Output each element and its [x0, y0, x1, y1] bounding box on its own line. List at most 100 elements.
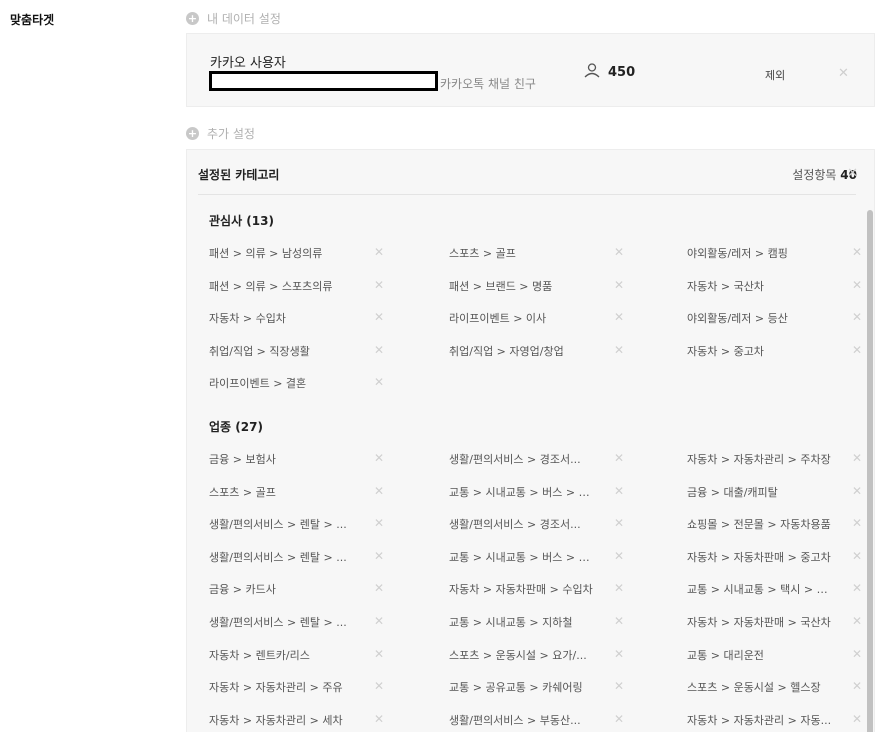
category-item-label: 교통 > 시내교통 > 버스 > 시...	[449, 550, 599, 564]
category-item-label: 생활/편의서비스 > 렌탈 > ...	[209, 518, 347, 532]
category-item-label: 교통 > 대리운전	[687, 648, 764, 662]
category-item: 패션 > 의류 > 스포츠의류 ✕	[209, 278, 384, 298]
remove-icon[interactable]: ✕	[852, 614, 862, 628]
remove-icon[interactable]: ✕	[374, 712, 384, 726]
group-title: 관심사 (13)	[209, 214, 274, 228]
remove-icon[interactable]: ✕	[852, 451, 862, 465]
remove-icon[interactable]: ✕	[614, 581, 624, 595]
plus-icon[interactable]: +	[186, 12, 199, 25]
category-item-label: 자동차 > 자동차관리 > 자동...	[687, 713, 832, 727]
remove-icon[interactable]: ✕	[374, 310, 384, 324]
category-item: 스포츠 > 운동시설 > 요가/... ✕	[449, 647, 624, 667]
my-data-section-header[interactable]: + 내 데이터 설정	[186, 10, 281, 27]
remove-icon[interactable]: ✕	[614, 516, 624, 530]
category-row: 라이프이벤트 > 결혼 ✕	[187, 375, 857, 408]
remove-icon[interactable]: ✕	[614, 451, 624, 465]
remove-icon[interactable]: ✕	[852, 679, 862, 693]
remove-icon[interactable]: ✕	[614, 278, 624, 292]
category-item-label: 취업/직업 > 직장생활	[209, 344, 310, 358]
data-name: 카카오 사용자	[210, 56, 286, 71]
category-item-label: 자동차 > 자동차판매 > 중고차	[687, 550, 831, 564]
remove-icon[interactable]: ✕	[614, 647, 624, 661]
remove-icon[interactable]: ✕	[614, 614, 624, 628]
category-item: 자동차 > 수입차 ✕	[209, 310, 384, 330]
remove-icon[interactable]: ✕	[852, 712, 862, 726]
remove-icon[interactable]: ✕	[374, 245, 384, 259]
remove-icon[interactable]: ✕	[852, 484, 862, 498]
remove-icon[interactable]: ✕	[614, 712, 624, 726]
category-item-label: 교통 > 시내교통 > 지하철	[449, 615, 573, 629]
remove-icon[interactable]: ✕	[852, 343, 862, 357]
category-item: 취업/직업 > 직장생활 ✕	[209, 343, 384, 363]
category-grid: 금융 > 보험사 ✕ 생활/편의서비스 > 경조서... ✕ 자동차 > 자동차관리 >…	[187, 451, 862, 732]
category-item-label: 교통 > 시내교통 > 택시 > 콜...	[687, 583, 837, 597]
redacted-field	[209, 71, 438, 91]
scrollbar[interactable]	[866, 210, 874, 732]
remove-icon[interactable]: ✕	[614, 549, 624, 563]
category-item-label: 취업/직업 > 자영업/창업	[449, 344, 564, 358]
person-icon	[584, 63, 600, 78]
remove-icon[interactable]: ✕	[614, 484, 624, 498]
category-item: 패션 > 브랜드 > 명품 ✕	[449, 278, 624, 298]
count-label: 설정항목	[792, 168, 837, 182]
remove-icon[interactable]: ✕	[852, 310, 862, 324]
category-item-label: 생활/편의서비스 > 경조서...	[449, 518, 581, 532]
category-item-label: 금융 > 대출/캐피탈	[687, 485, 778, 499]
category-item: 생활/편의서비스 > 부동산... ✕	[449, 712, 624, 732]
category-item-label: 스포츠 > 운동시설 > 요가/...	[449, 648, 587, 662]
category-item-label: 패션 > 의류 > 스포츠의류	[209, 279, 333, 293]
remove-icon[interactable]: ✕	[614, 245, 624, 259]
category-row: 자동차 > 수입차 ✕ 라이프이벤트 > 이사 ✕ 야외활동/레저 > 등산 ✕	[187, 310, 862, 343]
remove-icon[interactable]: ✕	[374, 278, 384, 292]
scrollbar-thumb[interactable]	[867, 210, 873, 732]
remove-icon[interactable]: ✕	[852, 581, 862, 595]
category-item: 야외활동/레저 > 캠핑 ✕	[687, 245, 862, 265]
category-item-label: 라이프이벤트 > 결혼	[209, 377, 307, 391]
category-row: 취업/직업 > 직장생활 ✕ 취업/직업 > 자영업/창업 ✕ 자동차 > 중고차 ✕	[187, 343, 862, 376]
exclude-label[interactable]: 제외	[765, 67, 785, 83]
remove-icon[interactable]: ✕	[374, 484, 384, 498]
remove-icon[interactable]: ✕	[374, 549, 384, 563]
category-item-label: 스포츠 > 골프	[449, 247, 516, 260]
remove-icon[interactable]: ✕	[614, 310, 624, 324]
remove-icon[interactable]: ✕	[614, 343, 624, 357]
remove-icon[interactable]: ✕	[374, 516, 384, 530]
category-item-label: 자동차 > 자동차판매 > 국산차	[687, 615, 831, 629]
remove-icon[interactable]: ✕	[374, 451, 384, 465]
category-item: 생활/편의서비스 > 경조서... ✕	[449, 451, 624, 471]
category-item: 라이프이벤트 > 결혼 ✕	[209, 375, 384, 395]
remove-icon[interactable]: ✕	[852, 549, 862, 563]
category-item-label: 교통 > 시내교통 > 버스 > 시...	[449, 485, 599, 499]
remove-icon[interactable]: ✕	[374, 614, 384, 628]
remove-icon[interactable]: ✕	[852, 278, 862, 292]
category-item-label: 생활/편의서비스 > 렌탈 > ...	[209, 615, 347, 629]
category-row: 금융 > 카드사 ✕ 자동차 > 자동차판매 > 수입차 ✕ 교통 > 시내교통 > 택…	[187, 581, 862, 614]
remove-icon[interactable]: ✕	[852, 516, 862, 530]
category-item: 생활/편의서비스 > 경조서... ✕	[449, 516, 624, 536]
category-item-label: 쇼핑몰 > 전문몰 > 자동차용품	[687, 518, 831, 532]
remove-icon[interactable]: ✕	[614, 679, 624, 693]
remove-icon[interactable]: ✕	[374, 343, 384, 357]
category-item-label: 금융 > 보험사	[209, 453, 276, 466]
category-item: 자동차 > 자동차관리 > 세차 ✕	[209, 712, 384, 732]
category-item: 자동차 > 자동차관리 > 주차장 ✕	[687, 451, 862, 471]
category-row: 자동차 > 렌트카/리스 ✕ 스포츠 > 운동시설 > 요가/... ✕ 교통 > 대리…	[187, 647, 862, 680]
clear-all-icon[interactable]: ✕	[847, 167, 858, 180]
remove-icon[interactable]: ✕	[852, 245, 862, 259]
remove-icon[interactable]: ✕	[374, 581, 384, 595]
plus-icon[interactable]: +	[186, 127, 199, 140]
category-grid: 패션 > 의류 > 남성의류 ✕ 스포츠 > 골프 ✕ 야외활동/레저 > 캠핑 ✕ 패션 …	[187, 245, 862, 408]
category-item: 교통 > 공유교통 > 카쉐어링 ✕	[449, 679, 624, 699]
category-item: 라이프이벤트 > 이사 ✕	[449, 310, 624, 330]
close-icon[interactable]: ✕	[838, 67, 849, 80]
category-item-label: 스포츠 > 운동시설 > 헬스장	[687, 681, 821, 695]
remove-icon[interactable]: ✕	[852, 647, 862, 661]
category-item-label: 야외활동/레저 > 캠핑	[687, 247, 788, 260]
remove-icon[interactable]: ✕	[374, 679, 384, 693]
category-row: 패션 > 의류 > 스포츠의류 ✕ 패션 > 브랜드 > 명품 ✕ 자동차 > 국산차 ✕	[187, 278, 862, 311]
remove-icon[interactable]: ✕	[374, 647, 384, 661]
remove-icon[interactable]: ✕	[374, 375, 384, 389]
group-title: 업종 (27)	[209, 420, 263, 434]
category-row: 자동차 > 자동차관리 > 주유 ✕ 교통 > 공유교통 > 카쉐어링 ✕ 스포츠 > …	[187, 679, 862, 712]
extra-section-header[interactable]: + 추가 설정	[186, 125, 255, 142]
